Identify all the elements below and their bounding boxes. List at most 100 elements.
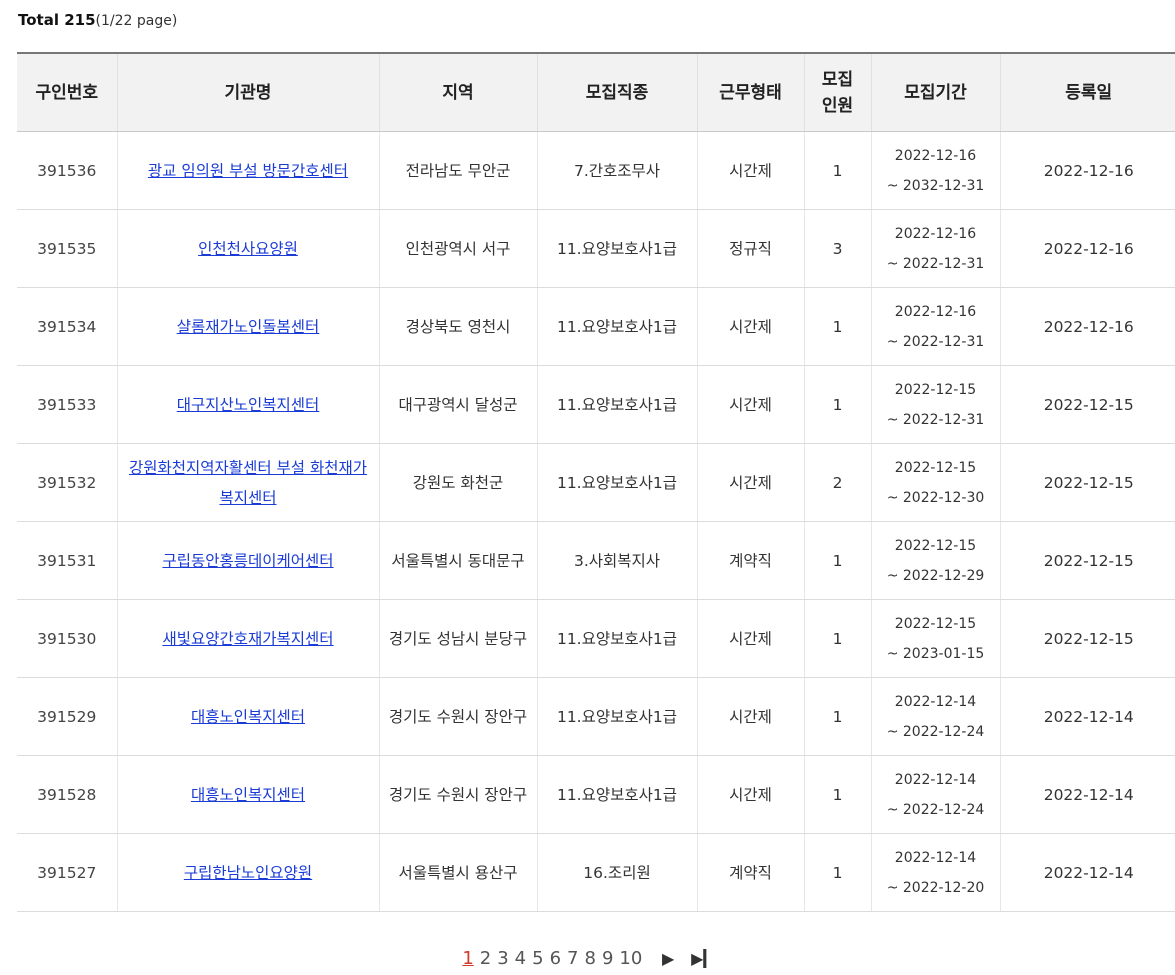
header-period: 모집기간 [870, 52, 1000, 132]
job-id-cell: 391530 [17, 599, 117, 678]
reg-date-cell: 2022-12-15 [999, 599, 1175, 678]
org-name-link[interactable]: 구립한남노인요양원 [184, 864, 312, 882]
job-posting-table: 구인번호 기관명 지역 모집직종 근무형태 모집 인원 모집기간 등록일 391536 광교 임… [17, 52, 1175, 912]
job-id-cell: 391536 [17, 131, 117, 210]
page-number[interactable]: 3 [497, 948, 508, 969]
header-openings: 모집 인원 [803, 52, 871, 132]
page-number[interactable]: 7 [567, 948, 578, 969]
org-name-link[interactable]: 대흥노인복지센터 [191, 786, 305, 804]
table-row: 391530 새빛요양간호재가복지센터 경기도 성남시 분당구 11.요양보호사1급 시… [17, 599, 1175, 678]
org-name-cell: 대흥노인복지센터 [116, 755, 379, 834]
work-type-cell: 시간제 [696, 365, 804, 444]
org-name-cell: 샬롬재가노인돌봄센터 [116, 287, 379, 366]
page-number[interactable]: 9 [602, 948, 613, 969]
page-number-current[interactable]: 1 [462, 948, 473, 969]
job-id-cell: 391534 [17, 287, 117, 366]
header-work-type: 근무형태 [696, 52, 804, 132]
period-text: 2022-12-16 ~ 2022-12-31 [886, 225, 985, 272]
openings-cell: 2 [803, 443, 871, 522]
org-name-link[interactable]: 인천천사요양원 [198, 240, 298, 258]
total-count: Total 215(1/22 page) [18, 8, 177, 32]
reg-date-cell: 2022-12-14 [999, 677, 1175, 756]
period-cell: 2022-12-14 ~ 2022-12-24 [870, 755, 1000, 834]
reg-date-cell: 2022-12-16 [999, 131, 1175, 210]
org-name-link[interactable]: 구립동안홍릉데이케어센터 [162, 552, 333, 570]
table-row: 391532 강원화천지역자활센터 부설 화천재가복지센터 강원도 화천군 11.요양… [17, 443, 1175, 522]
job-id-cell: 391527 [17, 833, 117, 912]
page-number[interactable]: 2 [480, 948, 491, 969]
reg-date-cell: 2022-12-15 [999, 443, 1175, 522]
period-cell: 2022-12-15 ~ 2022-12-30 [870, 443, 1000, 522]
header-job-type: 모집직종 [536, 52, 697, 132]
header-org-name: 기관명 [116, 52, 379, 132]
period-text: 2022-12-16 ~ 2022-12-31 [886, 303, 985, 350]
job-id-cell: 391533 [17, 365, 117, 444]
work-type-cell: 시간제 [696, 599, 804, 678]
openings-cell: 1 [803, 521, 871, 600]
table-row: 391533 대구지산노인복지센터 대구광역시 달성군 11.요양보호사1급 시간제 1 2… [17, 365, 1175, 444]
job-type-cell: 11.요양보호사1급 [536, 443, 697, 522]
next-page-icon[interactable]: ▶ [662, 949, 674, 968]
page-number[interactable]: 8 [584, 948, 595, 969]
page-number[interactable]: 4 [515, 948, 526, 969]
region-cell: 경상북도 영천시 [378, 287, 537, 366]
pagination: 1 2 3 4 5 6 7 8 9 10 ▶ ▶▎ [0, 948, 1175, 969]
job-type-cell: 11.요양보호사1급 [536, 677, 697, 756]
page-number[interactable]: 6 [550, 948, 561, 969]
header-reg-date: 등록일 [999, 52, 1175, 132]
job-type-cell: 11.요양보호사1급 [536, 755, 697, 834]
period-text: 2022-12-15 ~ 2022-12-31 [886, 381, 985, 428]
openings-cell: 1 [803, 755, 871, 834]
org-name-link[interactable]: 새빛요양간호재가복지센터 [162, 630, 333, 648]
org-name-link[interactable]: 샬롬재가노인돌봄센터 [177, 318, 320, 336]
org-name-cell: 대흥노인복지센터 [116, 677, 379, 756]
work-type-cell: 계약직 [696, 833, 804, 912]
period-text: 2022-12-15 ~ 2022-12-29 [886, 537, 985, 584]
reg-date-cell: 2022-12-15 [999, 365, 1175, 444]
region-cell: 서울특별시 용산구 [378, 833, 537, 912]
table-row: 391527 구립한남노인요양원 서울특별시 용산구 16.조리원 계약직 1 2022-1… [17, 833, 1175, 912]
job-id-cell: 391529 [17, 677, 117, 756]
org-name-link[interactable]: 대흥노인복지센터 [191, 708, 305, 726]
work-type-cell: 시간제 [696, 755, 804, 834]
job-id-cell: 391535 [17, 209, 117, 288]
org-name-cell: 새빛요양간호재가복지센터 [116, 599, 379, 678]
org-name-cell: 대구지산노인복지센터 [116, 365, 379, 444]
reg-date-cell: 2022-12-14 [999, 755, 1175, 834]
openings-cell: 3 [803, 209, 871, 288]
page-number[interactable]: 10 [619, 948, 642, 969]
openings-cell: 1 [803, 677, 871, 756]
org-name-link[interactable]: 강원화천지역자활센터 부설 화천재가복지센터 [129, 459, 367, 507]
region-cell: 경기도 성남시 분당구 [378, 599, 537, 678]
org-name-cell: 인천천사요양원 [116, 209, 379, 288]
org-name-cell: 구립동안홍릉데이케어센터 [116, 521, 379, 600]
work-type-cell: 시간제 [696, 443, 804, 522]
org-name-link[interactable]: 광교 임의원 부설 방문간호센터 [148, 162, 348, 180]
work-type-cell: 시간제 [696, 131, 804, 210]
job-type-cell: 7.간호조무사 [536, 131, 697, 210]
table-header: 구인번호 기관명 지역 모집직종 근무형태 모집 인원 모집기간 등록일 [17, 52, 1175, 132]
job-type-cell: 16.조리원 [536, 833, 697, 912]
region-cell: 전라남도 무안군 [378, 131, 537, 210]
openings-cell: 1 [803, 131, 871, 210]
job-type-cell: 11.요양보호사1급 [536, 287, 697, 366]
page-number[interactable]: 5 [532, 948, 543, 969]
table-row: 391528 대흥노인복지센터 경기도 수원시 장안구 11.요양보호사1급 시간제 1 2… [17, 755, 1175, 834]
period-cell: 2022-12-14 ~ 2022-12-20 [870, 833, 1000, 912]
period-cell: 2022-12-14 ~ 2022-12-24 [870, 677, 1000, 756]
table-row: 391536 광교 임의원 부설 방문간호센터 전라남도 무안군 7.간호조무사 시간제… [17, 131, 1175, 210]
org-name-cell: 광교 임의원 부설 방문간호센터 [116, 131, 379, 210]
reg-date-cell: 2022-12-15 [999, 521, 1175, 600]
work-type-cell: 시간제 [696, 287, 804, 366]
org-name-link[interactable]: 대구지산노인복지센터 [177, 396, 320, 414]
total-label: Total 215 [18, 11, 96, 29]
period-text: 2022-12-15 ~ 2022-12-30 [886, 459, 985, 506]
region-cell: 서울특별시 동대문구 [378, 521, 537, 600]
job-type-cell: 11.요양보호사1급 [536, 599, 697, 678]
period-cell: 2022-12-16 ~ 2022-12-31 [870, 287, 1000, 366]
table-row: 391534 샬롬재가노인돌봄센터 경상북도 영천시 11.요양보호사1급 시간제 1 20… [17, 287, 1175, 366]
region-cell: 경기도 수원시 장안구 [378, 677, 537, 756]
last-page-icon[interactable]: ▶▎ [691, 949, 716, 968]
reg-date-cell: 2022-12-16 [999, 287, 1175, 366]
job-type-cell: 3.사회복지사 [536, 521, 697, 600]
